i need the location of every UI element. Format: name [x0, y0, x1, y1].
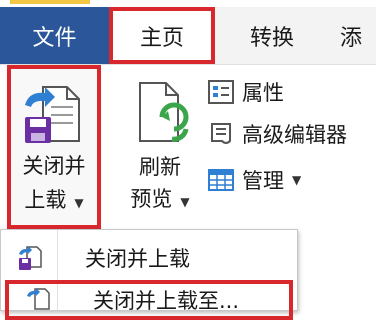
- menu-item-label: 关闭并上载: [85, 247, 190, 271]
- menu-item-label: 关闭并上载至...: [93, 289, 240, 313]
- close-and-load-to-icon: [9, 286, 65, 314]
- close-and-load-dropdown-menu: 关闭并上载 关闭并上载至...: [0, 229, 298, 320]
- refresh-preview-button[interactable]: 刷新 预览 ▼: [118, 73, 202, 223]
- tab-home[interactable]: 主页: [109, 7, 215, 64]
- refresh-preview-icon: [139, 82, 189, 142]
- chevron-down-icon: ▼: [74, 196, 84, 210]
- chevron-down-icon: ▼: [180, 195, 190, 209]
- tab-file[interactable]: 文件: [0, 7, 109, 64]
- properties-label: 属性: [242, 81, 284, 105]
- advanced-editor-label: 高级编辑器: [242, 123, 347, 147]
- manage-icon: [206, 165, 236, 195]
- properties-button[interactable]: 属性: [206, 75, 284, 109]
- refresh-label-1: 刷新: [139, 155, 181, 179]
- menu-item-close-and-load-to[interactable]: 关闭并上载至...: [5, 280, 293, 320]
- close-and-load-icon: [25, 86, 80, 143]
- ribbon-panel: 关闭并 上载 ▼ 刷新 预览 ▼ 属性 高级编辑器 管理 ▼: [0, 65, 376, 235]
- close-and-load-icon: [1, 244, 57, 272]
- ribbon-tab-bar: 文件 主页 转换 添: [0, 7, 376, 65]
- close-and-load-label-1: 关闭并: [22, 154, 86, 178]
- menu-item-close-and-load[interactable]: 关闭并上载: [1, 238, 297, 278]
- refresh-label-2: 预览 ▼: [130, 187, 190, 211]
- chevron-down-icon: ▼: [292, 173, 302, 187]
- manage-label: 管理: [242, 169, 284, 193]
- close-and-load-label-2: 上载 ▼: [24, 188, 84, 212]
- close-and-load-button[interactable]: 关闭并 上载 ▼: [7, 65, 101, 229]
- window-top-edge: [0, 0, 376, 7]
- manage-button[interactable]: 管理 ▼: [206, 163, 301, 197]
- tab-add-column[interactable]: 添: [340, 7, 376, 64]
- tab-transform[interactable]: 转换: [228, 7, 316, 64]
- advanced-editor-icon: [206, 119, 236, 149]
- advanced-editor-button[interactable]: 高级编辑器: [206, 117, 347, 151]
- properties-icon: [206, 77, 236, 107]
